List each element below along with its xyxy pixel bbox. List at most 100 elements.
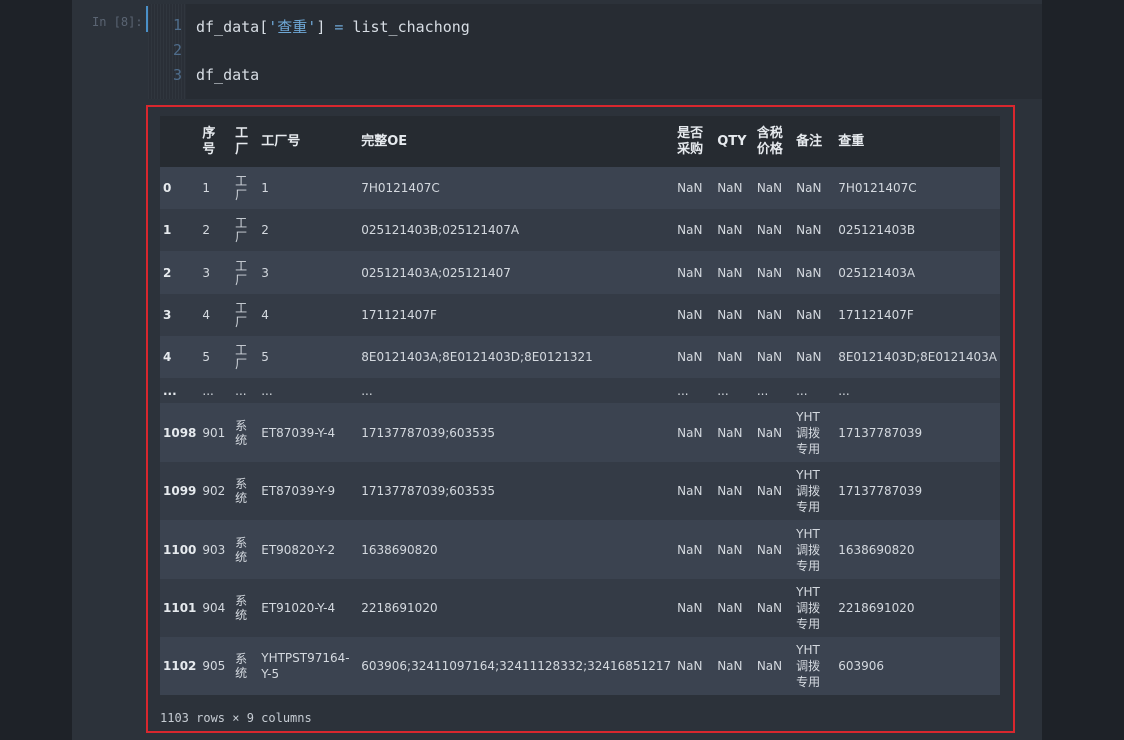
table-cell: 603906;32411097164;32411128332;324168512… — [361, 659, 672, 673]
table-cell: YHT调拨专用 — [796, 526, 821, 573]
table-row: 1098 901 系统 ET87039-Y-4 17137787039;603535 Na… — [160, 403, 1000, 462]
table-cell: NaN — [756, 601, 783, 615]
table-cell: NaN — [756, 659, 783, 673]
table-cell: NaN — [796, 223, 822, 237]
row-index: 1098 — [163, 425, 197, 440]
table-cell: 17137787039 — [838, 425, 923, 440]
row-index: 1099 — [163, 484, 197, 498]
table-cell: ... — [677, 383, 689, 398]
table-cell: 025121403A;025121407 — [361, 265, 511, 280]
table-row: 4 5 工厂 5 8E0121403A;8E0121403D;8E0121321 NaN N… — [160, 336, 1000, 378]
table-cell: 1 — [202, 181, 211, 195]
table-cell: ... — [202, 383, 214, 398]
column-header: 完整OE — [361, 133, 408, 149]
table-cell: 171121407F — [838, 308, 914, 322]
notebook-panel: In [8]: 1 2 3 df_data['查重'] = list_chach… — [72, 0, 1042, 740]
table-cell: YHTPST97164-Y-5 — [261, 651, 350, 681]
table-cell: NaN — [717, 659, 743, 673]
table-row: 0 1 工厂 1 7H0121407C NaN NaN NaN NaN 7H0121407C — [160, 167, 1000, 209]
table-cell: 17137787039 — [838, 484, 923, 498]
table-cell: NaN — [717, 308, 743, 322]
table-cell: 系统 — [235, 594, 248, 622]
table-cell: 2 — [261, 223, 269, 237]
table-cell: 1 — [261, 181, 269, 195]
cell-prompt: In [8]: — [92, 15, 143, 29]
table-cell: 工厂 — [235, 258, 248, 287]
table-cell: 系统 — [235, 477, 248, 505]
table-cell: NaN — [677, 181, 703, 195]
table-header-row: 序号 工厂 工厂号 完整OE 是否采购 QTY 含税价格 备注 查重 — [160, 116, 1000, 167]
table-cell: NaN — [717, 601, 743, 615]
table-cell: 工厂 — [235, 174, 248, 202]
row-index: 2 — [163, 265, 172, 280]
table-cell: 7H0121407C — [361, 181, 440, 195]
line-number: 2 — [172, 41, 182, 59]
table-cell: 901 — [202, 425, 226, 440]
table-cell: NaN — [717, 484, 743, 498]
table-cell: NaN — [756, 425, 783, 440]
table-cell: NaN — [796, 265, 822, 280]
table-cell: ET91020-Y-4 — [261, 601, 336, 615]
table-row: 3 4 工厂 4 171121407F NaN NaN NaN NaN 171121407F — [160, 294, 1000, 336]
table-cell: 1638690820 — [361, 542, 438, 557]
table-cell: 7H0121407C — [838, 181, 917, 195]
table-row: 1101 904 系统 ET91020-Y-4 2218691020 NaN NaN NaN Y… — [160, 579, 1000, 637]
code-editor[interactable]: 1 2 3 df_data['查重'] = list_chachong df_d… — [148, 4, 1042, 99]
table-cell: 工厂 — [235, 343, 248, 371]
table-cell: NaN — [677, 542, 703, 557]
table-cell: ... — [361, 383, 373, 398]
row-index: 0 — [163, 181, 172, 195]
table-cell: 902 — [202, 484, 226, 498]
table-cell: 2218691020 — [838, 601, 915, 615]
table-cell: 4 — [261, 308, 269, 322]
code-token: list_chachong — [343, 18, 470, 36]
table-cell: NaN — [717, 265, 743, 280]
table-cell: NaN — [756, 181, 783, 195]
table-cell: NaN — [796, 308, 822, 322]
table-cell: 系统 — [235, 652, 248, 680]
table-row: .............................. — [160, 378, 1000, 403]
table-cell: YHT调拨专用 — [796, 585, 821, 631]
code-string-token: '查重' — [268, 18, 317, 36]
table-cell: NaN — [677, 265, 703, 280]
table-cell: 4 — [202, 308, 211, 322]
table-cell: 025121403B;025121407A — [361, 223, 520, 237]
column-header: QTY — [717, 133, 747, 149]
table-cell: NaN — [677, 484, 703, 498]
table-cell: 2 — [202, 223, 211, 237]
code-line[interactable]: df_data['查重'] = list_chachong — [196, 16, 470, 37]
table-cell: ET87039-Y-9 — [261, 484, 336, 498]
table-cell: 025121403B — [838, 223, 916, 237]
table-cell: ET90820-Y-2 — [261, 542, 336, 557]
table-cell: ... — [261, 383, 273, 398]
table-cell: NaN — [796, 181, 822, 195]
column-header: 序号 — [202, 125, 216, 157]
table-cell: 系统 — [235, 418, 248, 447]
column-header: 含税价格 — [756, 125, 783, 157]
table-cell: 8E0121403D;8E0121403A — [838, 350, 997, 364]
table-cell: NaN — [717, 542, 743, 557]
table-cell: YHT调拨专用 — [796, 468, 821, 514]
table-cell: NaN — [756, 265, 783, 280]
row-index: 1 — [163, 223, 172, 237]
dataframe-table: 序号 工厂 工厂号 完整OE 是否采购 QTY 含税价格 备注 查重 0 1 工厂 1… — [160, 116, 1000, 695]
table-row: 1 2 工厂 2 025121403B;025121407A NaN NaN NaN NaN 02… — [160, 209, 1000, 251]
table-cell: NaN — [756, 484, 783, 498]
column-header: 查重 — [838, 133, 865, 149]
table-cell: 904 — [202, 601, 226, 615]
table-cell: ... — [717, 383, 729, 398]
code-line[interactable]: df_data — [196, 66, 259, 84]
table-cell: 603906 — [838, 659, 884, 673]
table-cell: NaN — [756, 308, 783, 322]
table-cell: NaN — [796, 350, 822, 364]
table-cell: 5 — [261, 350, 269, 364]
dataframe-shape: 1103 rows × 9 columns — [160, 711, 312, 725]
code-cell[interactable]: In [8]: 1 2 3 df_data['查重'] = list_chach… — [72, 4, 1042, 99]
table-cell: 8E0121403A;8E0121403D;8E0121321 — [361, 350, 593, 364]
column-header: 工厂 — [235, 125, 249, 157]
table-cell: NaN — [677, 601, 703, 615]
row-index: 3 — [163, 308, 172, 322]
table-cell: NaN — [756, 223, 783, 237]
table-cell: NaN — [677, 659, 703, 673]
row-index: ... — [163, 383, 177, 398]
